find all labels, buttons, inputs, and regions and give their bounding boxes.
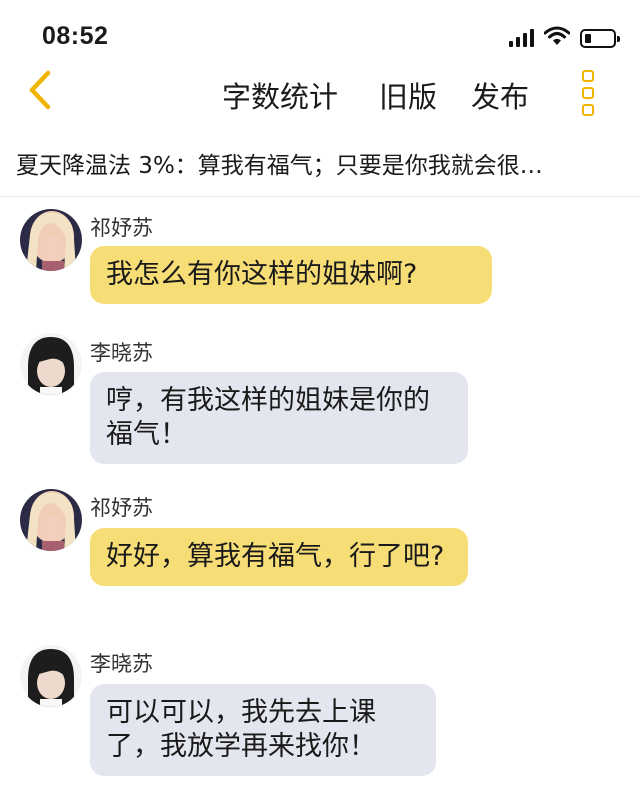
message-bubble[interactable]: 可以可以，我先去上课了，我放学再来找你！ — [90, 684, 436, 776]
wifi-icon — [543, 26, 571, 50]
chat-message: 祁妤苏 我怎么有你这样的姐妹啊? — [0, 208, 640, 318]
chat-message: 李晓苏 可以可以，我先去上课了，我放学再来找你！ — [0, 644, 640, 785]
back-button[interactable] — [20, 68, 60, 116]
old-version-button[interactable]: 旧版 — [379, 74, 437, 116]
signal-icon — [509, 29, 534, 47]
header-divider — [0, 196, 640, 197]
chat-editor-screen: 08:52 字数统计 旧版 发布 夏天降温法 3%：算我有福气；只要是你我就会很… — [0, 0, 640, 785]
status-bar: 08:52 — [0, 0, 640, 60]
publish-button[interactable]: 发布 — [471, 74, 529, 116]
sender-name: 祁妤苏 — [90, 496, 153, 520]
sender-name: 祁妤苏 — [90, 216, 153, 240]
battery-level-fill — [585, 33, 591, 43]
more-options-button[interactable] — [576, 70, 600, 116]
message-bubble[interactable]: 哼，有我这样的姐妹是你的福气！ — [90, 372, 468, 464]
avatar[interactable] — [20, 209, 82, 271]
status-time: 08:52 — [42, 22, 109, 50]
battery-icon — [580, 28, 620, 48]
avatar[interactable] — [20, 489, 82, 551]
sender-name: 李晓苏 — [90, 652, 153, 676]
sender-name: 李晓苏 — [90, 341, 153, 365]
story-title[interactable]: 夏天降温法 3%：算我有福气；只要是你我就会很… — [16, 146, 628, 180]
message-bubble[interactable]: 我怎么有你这样的姐妹啊? — [90, 246, 492, 304]
avatar[interactable] — [20, 645, 82, 707]
avatar[interactable] — [20, 333, 82, 395]
message-bubble[interactable]: 好好，算我有福气，行了吧? — [90, 528, 468, 586]
chevron-left-icon — [25, 69, 55, 115]
nav-bar: 字数统计 旧版 发布 — [0, 62, 640, 122]
status-icons — [509, 26, 620, 50]
more-vertical-icon — [582, 70, 594, 82]
word-count-button[interactable]: 字数统计 — [222, 74, 338, 116]
chat-message: 李晓苏 哼，有我这样的姐妹是你的福气！ — [0, 332, 640, 472]
chat-message: 祁妤苏 好好，算我有福气，行了吧? — [0, 488, 640, 628]
